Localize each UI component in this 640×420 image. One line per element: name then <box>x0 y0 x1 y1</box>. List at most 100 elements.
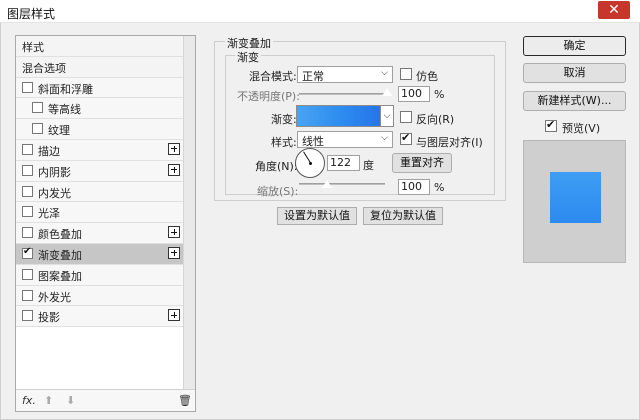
style-list-item[interactable]: 颜色叠加 <box>16 223 184 244</box>
move-up-icon[interactable]: ⬆ <box>44 394 53 407</box>
style-preview <box>523 140 626 263</box>
style-item-checkbox[interactable] <box>32 102 43 114</box>
style-list-item[interactable]: 样式 <box>16 36 184 57</box>
style-label: 样式: <box>271 136 297 149</box>
scale-slider[interactable] <box>299 183 385 185</box>
style-list: 样式混合选项斜面和浮雕等高线纹理描边内阴影内发光光泽颜色叠加渐变叠加图案叠加外发… <box>16 36 184 328</box>
style-list-toolbar: fx. ⬆ ⬇ 🗑 <box>16 389 195 411</box>
set-default-button[interactable]: 设置为默认值 <box>277 207 357 225</box>
ok-button[interactable]: 确定 <box>523 36 626 56</box>
style-item-label: 纹理 <box>48 124 70 138</box>
add-effect-icon[interactable] <box>168 309 180 322</box>
chevron-down-icon: ⌵ <box>381 133 388 143</box>
style-item-label: 外发光 <box>38 290 71 304</box>
dialog-body: 样式混合选项斜面和浮雕等高线纹理描边内阴影内发光光泽颜色叠加渐变叠加图案叠加外发… <box>0 23 640 420</box>
style-item-checkbox[interactable] <box>22 268 33 280</box>
blend-mode-select[interactable]: 正常 ⌵ <box>297 66 393 83</box>
style-list-scrollbar[interactable] <box>183 36 195 390</box>
style-item-checkbox[interactable] <box>22 206 33 218</box>
style-item-checkbox[interactable] <box>22 81 33 93</box>
style-list-item[interactable]: 光泽 <box>16 202 184 224</box>
style-item-label: 内发光 <box>38 186 71 200</box>
scale-label: 缩放(S): <box>257 185 299 198</box>
reset-alignment-button[interactable]: 重置对齐 <box>392 153 452 173</box>
scale-input[interactable]: 100 <box>398 179 430 195</box>
add-effect-icon[interactable] <box>168 246 180 259</box>
opacity-input[interactable]: 100 <box>398 86 430 102</box>
style-item-label: 图案叠加 <box>38 269 82 283</box>
reverse-label: 反向(R) <box>416 113 455 126</box>
blend-mode-value: 正常 <box>302 70 324 83</box>
style-item-label: 等高线 <box>48 103 81 117</box>
close-button[interactable]: ✕ <box>598 1 630 19</box>
style-list-item[interactable]: 投影 <box>16 306 184 328</box>
window-title: 图层样式 <box>7 7 56 21</box>
style-item-checkbox[interactable] <box>22 246 33 259</box>
style-item-checkbox[interactable] <box>32 123 43 135</box>
style-list-item[interactable]: 纹理 <box>16 119 184 140</box>
style-item-label: 渐变叠加 <box>38 248 82 262</box>
style-list-item[interactable]: 内发光 <box>16 181 184 203</box>
align-with-layer-label: 与图层对齐(I) <box>416 136 483 149</box>
align-with-layer-checkbox[interactable] <box>400 131 412 145</box>
style-item-label: 内阴影 <box>38 165 71 179</box>
cancel-button[interactable]: 取消 <box>523 63 626 83</box>
style-item-label: 光泽 <box>38 207 60 221</box>
angle-dial[interactable] <box>295 148 325 178</box>
close-icon: ✕ <box>608 2 620 18</box>
style-item-label: 斜面和浮雕 <box>38 82 93 96</box>
gradient-style-select[interactable]: 线性 ⌵ <box>297 131 393 148</box>
angle-unit: 度 <box>363 159 374 172</box>
subsection-title: 渐变 <box>235 49 261 65</box>
dither-label: 仿色 <box>416 70 438 83</box>
preview-label: 预览(V) <box>562 122 601 135</box>
style-item-checkbox[interactable] <box>22 185 33 197</box>
angle-label: 角度(N): <box>255 160 298 173</box>
gradient-style-value: 线性 <box>302 135 324 148</box>
gradient-label: 渐变: <box>271 113 297 126</box>
opacity-slider[interactable] <box>299 93 387 95</box>
style-list-item[interactable]: 等高线 <box>16 98 184 120</box>
chevron-down-icon: ⌵ <box>381 68 388 78</box>
opacity-label: 不透明度(P): <box>237 90 300 103</box>
scale-unit: % <box>434 181 445 194</box>
style-list-item[interactable]: 描边 <box>16 139 184 161</box>
style-item-label: 描边 <box>38 144 60 158</box>
chevron-down-icon[interactable]: ⌵ <box>381 105 394 127</box>
preview-checkbox[interactable] <box>545 118 557 132</box>
reverse-checkbox[interactable] <box>400 111 412 123</box>
style-item-label: 样式 <box>22 41 44 54</box>
new-style-button[interactable]: 新建样式(W)... <box>523 91 626 111</box>
opacity-slider-thumb[interactable] <box>381 87 393 97</box>
style-list-item[interactable]: 外发光 <box>16 285 184 307</box>
reset-default-button[interactable]: 复位为默认值 <box>363 207 443 225</box>
style-item-label: 混合选项 <box>22 61 66 75</box>
add-effect-icon[interactable] <box>168 142 180 155</box>
style-item-checkbox[interactable] <box>22 310 33 322</box>
gradient-swatch[interactable] <box>296 105 381 127</box>
style-list-item[interactable]: 内阴影 <box>16 160 184 182</box>
style-item-checkbox[interactable] <box>22 164 33 176</box>
style-list-item[interactable]: 图案叠加 <box>16 264 184 286</box>
scale-slider-thumb[interactable] <box>321 179 334 189</box>
dither-checkbox[interactable] <box>400 68 412 80</box>
style-list-panel: 样式混合选项斜面和浮雕等高线纹理描边内阴影内发光光泽颜色叠加渐变叠加图案叠加外发… <box>15 35 196 412</box>
style-item-label: 颜色叠加 <box>38 228 82 242</box>
angle-input[interactable]: 122 <box>327 155 360 171</box>
style-list-item[interactable]: 混合选项 <box>16 56 184 78</box>
title-bar: 图层样式 ✕ <box>0 0 640 23</box>
angle-dial-center <box>309 162 312 165</box>
move-down-icon[interactable]: ⬇ <box>66 394 75 407</box>
style-item-label: 投影 <box>38 311 60 325</box>
style-list-item[interactable]: 斜面和浮雕 <box>16 77 184 99</box>
opacity-unit: % <box>434 88 445 101</box>
style-item-checkbox[interactable] <box>22 227 33 239</box>
add-effect-icon[interactable] <box>168 226 180 239</box>
add-effect-icon[interactable] <box>168 163 180 176</box>
style-item-checkbox[interactable] <box>22 289 33 301</box>
style-list-item[interactable]: 渐变叠加 <box>16 243 184 265</box>
trash-icon[interactable]: 🗑 <box>178 394 192 407</box>
fx-icon[interactable]: fx. <box>22 394 36 407</box>
blend-mode-label: 混合模式: <box>249 70 297 83</box>
style-item-checkbox[interactable] <box>22 143 33 155</box>
